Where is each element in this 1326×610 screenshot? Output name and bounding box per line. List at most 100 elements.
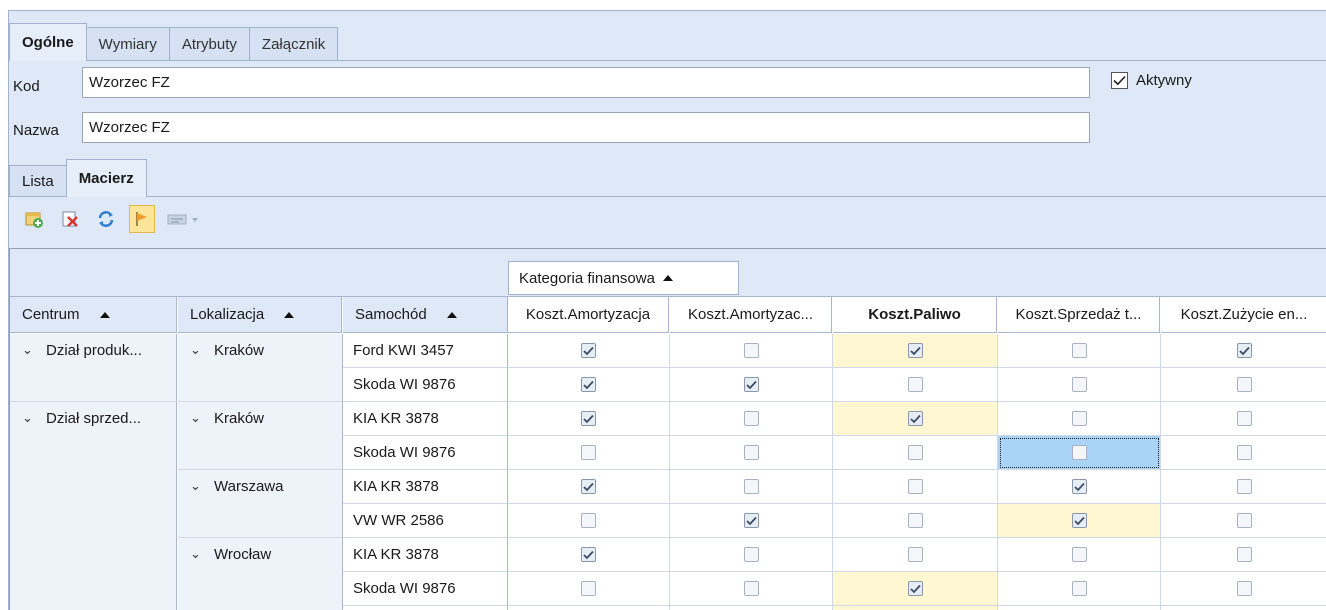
matrix-cell[interactable]: [508, 402, 670, 436]
lokalizacja-group-cell[interactable]: ⌄ Kraków: [178, 402, 343, 470]
matrix-cell[interactable]: [998, 368, 1161, 402]
chevron-down-icon[interactable]: ⌄: [190, 410, 202, 426]
tab-ogolne[interactable]: Ogólne: [9, 23, 87, 61]
cell-checkbox[interactable]: [1237, 581, 1252, 596]
row-header-centrum[interactable]: Centrum: [10, 297, 177, 333]
cell-checkbox[interactable]: [1237, 547, 1252, 562]
aktywny-checkbox[interactable]: Aktywny: [1111, 72, 1192, 89]
cell-checkbox[interactable]: [581, 377, 596, 392]
kod-input[interactable]: [82, 67, 1090, 98]
lokalizacja-group-cell[interactable]: ⌄ Warszawa: [178, 470, 343, 538]
matrix-cell[interactable]: [670, 606, 833, 610]
matrix-cell[interactable]: [508, 504, 670, 538]
cell-checkbox[interactable]: [743, 479, 759, 494]
cell-checkbox[interactable]: [1237, 445, 1252, 460]
cell-checkbox[interactable]: [1237, 343, 1252, 358]
cell-checkbox[interactable]: [907, 377, 923, 392]
matrix-cell[interactable]: [670, 402, 833, 436]
matrix-cell[interactable]: [1161, 436, 1326, 470]
cell-checkbox[interactable]: [907, 445, 923, 460]
add-button[interactable]: [21, 205, 47, 233]
cell-checkbox[interactable]: [743, 513, 759, 528]
matrix-cell[interactable]: [670, 538, 833, 572]
cell-checkbox[interactable]: [581, 513, 596, 528]
cell-checkbox[interactable]: [1071, 513, 1087, 528]
cell-checkbox[interactable]: [907, 411, 923, 426]
cell-checkbox[interactable]: [907, 513, 923, 528]
cell-checkbox[interactable]: [581, 581, 596, 596]
matrix-cell[interactable]: [833, 402, 998, 436]
chevron-down-icon[interactable]: ⌄: [190, 546, 202, 562]
cell-checkbox[interactable]: [743, 547, 759, 562]
tab-macierz[interactable]: Macierz: [65, 159, 147, 197]
cell-checkbox[interactable]: [1071, 445, 1087, 460]
cell-checkbox[interactable]: [1071, 547, 1087, 562]
cell-checkbox[interactable]: [743, 411, 759, 426]
matrix-cell[interactable]: [508, 572, 670, 606]
matrix-cell[interactable]: [670, 504, 833, 538]
column-header[interactable]: Koszt.Amortyzac...: [670, 297, 832, 333]
matrix-cell[interactable]: [833, 470, 998, 504]
matrix-cell[interactable]: [833, 538, 998, 572]
tab-wymiary[interactable]: Wymiary: [85, 27, 170, 61]
refresh-button[interactable]: [93, 205, 119, 233]
delete-button[interactable]: [57, 205, 83, 233]
centrum-group-cell[interactable]: ⌄ Dział produk...: [10, 334, 177, 402]
matrix-cell[interactable]: [670, 368, 833, 402]
cell-checkbox[interactable]: [1071, 377, 1087, 392]
cell-checkbox[interactable]: [907, 479, 923, 494]
cell-checkbox[interactable]: [907, 547, 923, 562]
matrix-cell[interactable]: [833, 606, 998, 610]
flag-button[interactable]: [129, 205, 155, 233]
column-group-header[interactable]: Kategoria finansowa: [508, 261, 739, 295]
matrix-cell[interactable]: [998, 504, 1161, 538]
matrix-cell[interactable]: [670, 470, 833, 504]
matrix-cell[interactable]: [1161, 606, 1326, 610]
cell-checkbox[interactable]: [743, 581, 759, 596]
matrix-cell[interactable]: [670, 572, 833, 606]
matrix-cell[interactable]: [508, 470, 670, 504]
column-header[interactable]: Koszt.Amortyzacja: [508, 297, 669, 333]
cell-checkbox[interactable]: [581, 343, 596, 358]
matrix-cell[interactable]: [998, 470, 1161, 504]
centrum-group-cell[interactable]: ⌄ Dział sprzed...: [10, 402, 177, 610]
matrix-cell[interactable]: [508, 436, 670, 470]
matrix-cell[interactable]: [833, 334, 998, 368]
matrix-cell[interactable]: [833, 436, 998, 470]
cell-checkbox[interactable]: [1237, 479, 1252, 494]
cell-checkbox[interactable]: [743, 343, 759, 358]
tab-atrybuty[interactable]: Atrybuty: [168, 27, 250, 61]
column-header[interactable]: Koszt.Paliwo: [833, 297, 997, 333]
cell-checkbox[interactable]: [1071, 411, 1087, 426]
matrix-cell[interactable]: [1161, 572, 1326, 606]
cell-checkbox[interactable]: [1071, 343, 1087, 358]
matrix-cell[interactable]: [998, 334, 1161, 368]
cell-checkbox[interactable]: [581, 547, 596, 562]
matrix-cell[interactable]: [508, 606, 670, 610]
filter-dropdown-button[interactable]: [165, 205, 201, 233]
matrix-cell[interactable]: [1161, 504, 1326, 538]
matrix-cell[interactable]: [670, 436, 833, 470]
matrix-cell[interactable]: [998, 606, 1161, 610]
chevron-down-icon[interactable]: ⌄: [190, 478, 202, 494]
matrix-cell[interactable]: [998, 572, 1161, 606]
column-header[interactable]: Koszt.Sprzedaż t...: [998, 297, 1160, 333]
matrix-cell[interactable]: [998, 402, 1161, 436]
matrix-cell[interactable]: [998, 436, 1161, 470]
matrix-cell[interactable]: [998, 538, 1161, 572]
matrix-cell[interactable]: [1161, 402, 1326, 436]
chevron-down-icon[interactable]: ⌄: [22, 342, 34, 358]
matrix-cell[interactable]: [670, 334, 833, 368]
aktywny-check-box[interactable]: [1111, 72, 1128, 89]
cell-checkbox[interactable]: [1071, 479, 1087, 494]
row-header-lokalizacja[interactable]: Lokalizacja: [178, 297, 342, 333]
matrix-cell[interactable]: [1161, 334, 1326, 368]
cell-checkbox[interactable]: [1237, 377, 1252, 392]
cell-checkbox[interactable]: [1237, 513, 1252, 528]
cell-checkbox[interactable]: [581, 411, 596, 426]
cell-checkbox[interactable]: [743, 445, 759, 460]
tab-zalacznik[interactable]: Załącznik: [248, 27, 339, 61]
cell-checkbox[interactable]: [907, 343, 923, 358]
cell-checkbox[interactable]: [1237, 411, 1252, 426]
column-header[interactable]: Koszt.Zużycie en...: [1161, 297, 1326, 333]
